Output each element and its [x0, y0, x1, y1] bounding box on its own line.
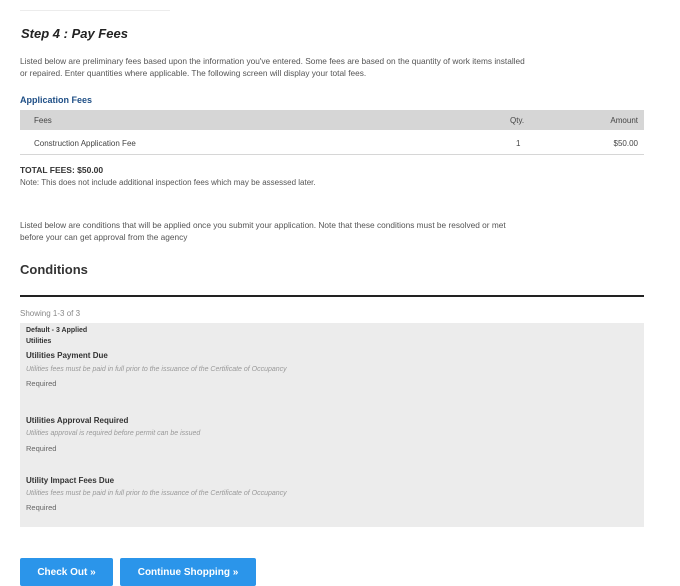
fees-column-header: Fees	[34, 116, 52, 125]
fees-intro-line-2: or repaired. Enter quantities where appl…	[20, 68, 367, 78]
condition-name: Utilities Payment Due	[26, 351, 108, 360]
conditions-divider	[20, 295, 644, 297]
check-out-button[interactable]: Check Out »	[20, 558, 113, 586]
conditions-heading: Conditions	[20, 262, 88, 277]
conditions-list: Default - 3 Applied Utilities Utilities …	[20, 323, 644, 527]
amount-column-header: Amount	[610, 116, 638, 125]
condition-name: Utilities Approval Required	[26, 416, 129, 425]
conditions-category: Utilities	[26, 338, 52, 345]
condition-description: Utilities fees must be paid in full prio…	[26, 366, 287, 373]
condition-status: Required	[26, 379, 57, 388]
fees-intro-line-1: Listed below are preliminary fees based …	[20, 56, 525, 66]
page-title: Step 4 : Pay Fees	[21, 26, 128, 41]
fees-intro-text: Listed below are preliminary fees based …	[20, 55, 650, 79]
fee-name: Construction Application Fee	[34, 139, 136, 148]
fees-table: Fees Qty. Amount Construction Applicatio…	[20, 110, 644, 155]
table-row: Construction Application Fee 1 $50.00	[20, 130, 644, 154]
condition-description: Utilities fees must be paid in full prio…	[26, 490, 287, 497]
condition-status: Required	[26, 503, 57, 512]
fees-note: Note: This does not include additional i…	[20, 178, 316, 187]
conditions-intro-text: Listed below are conditions that will be…	[20, 219, 650, 243]
fee-amount: $50.00	[613, 139, 638, 148]
conditions-intro-line-1: Listed below are conditions that will be…	[20, 220, 506, 230]
condition-name: Utility Impact Fees Due	[26, 476, 115, 485]
top-divider	[20, 10, 170, 11]
application-fees-label: Application Fees	[20, 95, 93, 105]
total-fees: TOTAL FEES: $50.00	[20, 165, 104, 175]
continue-shopping-button[interactable]: Continue Shopping »	[120, 558, 256, 586]
condition-description: Utilities approval is required before pe…	[26, 430, 201, 437]
conditions-group-label: Default - 3 Applied	[26, 327, 88, 334]
qty-column-header: Qty.	[510, 116, 525, 125]
fee-qty: 1	[516, 139, 521, 148]
condition-status: Required	[26, 444, 57, 453]
fees-table-bottom-border	[20, 154, 644, 155]
conditions-intro-line-2: before your can get approval from the ag…	[20, 232, 188, 242]
showing-count: Showing 1-3 of 3	[20, 309, 81, 318]
fees-table-header: Fees Qty. Amount	[20, 110, 644, 130]
